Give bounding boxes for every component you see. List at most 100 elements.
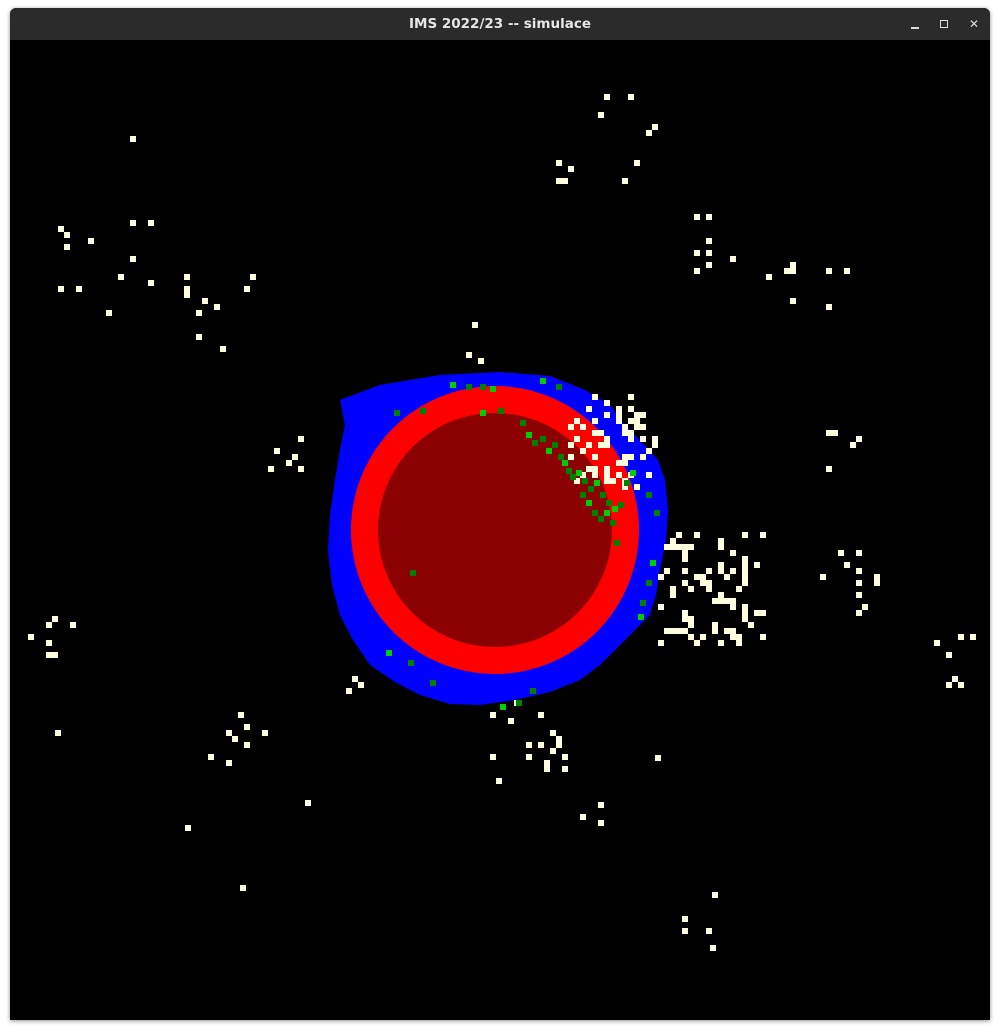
particle-cell — [688, 634, 694, 640]
particle-cell — [580, 814, 586, 820]
particle-cell — [730, 256, 736, 262]
boundary-cell — [610, 520, 616, 526]
particle-cell — [202, 298, 208, 304]
app-window: IMS 2022/23 -- simulace ✕ — [10, 8, 990, 1020]
particle-cell — [526, 742, 532, 748]
particle-cell — [790, 268, 796, 274]
boundary-cell — [516, 700, 522, 706]
boundary-cell — [576, 470, 582, 476]
boundary-cell — [480, 384, 486, 390]
particle-cell — [574, 436, 580, 442]
particle-cell — [184, 286, 190, 292]
particle-cell — [148, 220, 154, 226]
particle-cell — [352, 676, 358, 682]
particle-cell — [52, 652, 58, 658]
particle-cell — [634, 160, 640, 166]
particle-cell — [730, 628, 736, 634]
particle-cell — [712, 628, 718, 634]
particle-cell — [718, 538, 724, 544]
particle-cell — [664, 568, 670, 574]
particle-cell — [706, 262, 712, 268]
particle-cell — [556, 178, 562, 184]
particle-cell — [298, 466, 304, 472]
particle-cell — [358, 682, 364, 688]
close-button[interactable]: ✕ — [964, 14, 984, 34]
particle-cell — [682, 550, 688, 556]
particle-cell — [592, 454, 598, 460]
particle-cell — [76, 286, 82, 292]
boundary-cell — [500, 704, 506, 710]
particle-cell — [706, 214, 712, 220]
particle-cell — [46, 640, 52, 646]
particle-cell — [682, 616, 688, 622]
particle-cell — [718, 598, 724, 604]
particle-cell — [562, 178, 568, 184]
particle-cell — [244, 724, 250, 730]
particle-cell — [682, 610, 688, 616]
particle-cell — [856, 568, 862, 574]
particle-cell — [214, 304, 220, 310]
particle-cell — [874, 580, 880, 586]
particle-cell — [856, 610, 862, 616]
particle-cell — [544, 766, 550, 772]
particle-cell — [682, 568, 688, 574]
particle-cell — [208, 754, 214, 760]
boundary-cell — [592, 510, 598, 516]
particle-cell — [628, 418, 634, 424]
minimize-button[interactable] — [905, 14, 925, 34]
particle-cell — [58, 286, 64, 292]
particle-cell — [604, 94, 610, 100]
particle-cell — [832, 430, 838, 436]
particle-cell — [646, 472, 652, 478]
particle-cell — [688, 544, 694, 550]
particle-cell — [604, 442, 610, 448]
minimize-icon — [911, 27, 919, 29]
particle-cell — [856, 592, 862, 598]
particle-cell — [52, 616, 58, 622]
particle-cell — [634, 412, 640, 418]
boundary-cell — [430, 680, 436, 686]
boundary-cell — [582, 478, 588, 484]
particle-cell — [634, 484, 640, 490]
particle-cell — [28, 634, 34, 640]
particle-cell — [238, 712, 244, 718]
boundary-cell — [598, 516, 604, 522]
particle-cell — [688, 586, 694, 592]
particle-cell — [274, 448, 280, 454]
particle-cell — [538, 742, 544, 748]
boundary-cell — [394, 410, 400, 416]
particle-cell — [604, 400, 610, 406]
boundary-cell — [386, 650, 392, 656]
particle-cell — [592, 394, 598, 400]
boundary-cell — [604, 510, 610, 516]
particle-cell — [616, 406, 622, 412]
particle-cell — [790, 262, 796, 268]
particle-cell — [694, 532, 700, 538]
boundary-cell — [530, 688, 536, 694]
particle-cell — [226, 730, 232, 736]
particle-cell — [676, 628, 682, 634]
boundary-cell — [450, 382, 456, 388]
particle-cell — [946, 652, 952, 658]
particle-cell — [724, 574, 730, 580]
particle-cell — [742, 580, 748, 586]
particle-cell — [640, 454, 646, 460]
particle-cell — [706, 250, 712, 256]
particle-cell — [760, 634, 766, 640]
particle-cell — [742, 610, 748, 616]
particle-cell — [718, 562, 724, 568]
boundary-cell — [654, 510, 660, 516]
boundary-cell — [570, 474, 576, 480]
boundary-cell — [556, 384, 562, 390]
particle-cell — [46, 652, 52, 658]
particle-cell — [658, 604, 664, 610]
particle-cell — [556, 160, 562, 166]
particle-cell — [652, 442, 658, 448]
particle-cell — [670, 538, 676, 544]
title-bar[interactable]: IMS 2022/23 -- simulace ✕ — [10, 8, 990, 40]
particle-cell — [826, 268, 832, 274]
maximize-button[interactable] — [934, 14, 954, 34]
boundary-cell — [606, 500, 612, 506]
particle-cell — [46, 622, 52, 628]
particle-cell — [562, 766, 568, 772]
